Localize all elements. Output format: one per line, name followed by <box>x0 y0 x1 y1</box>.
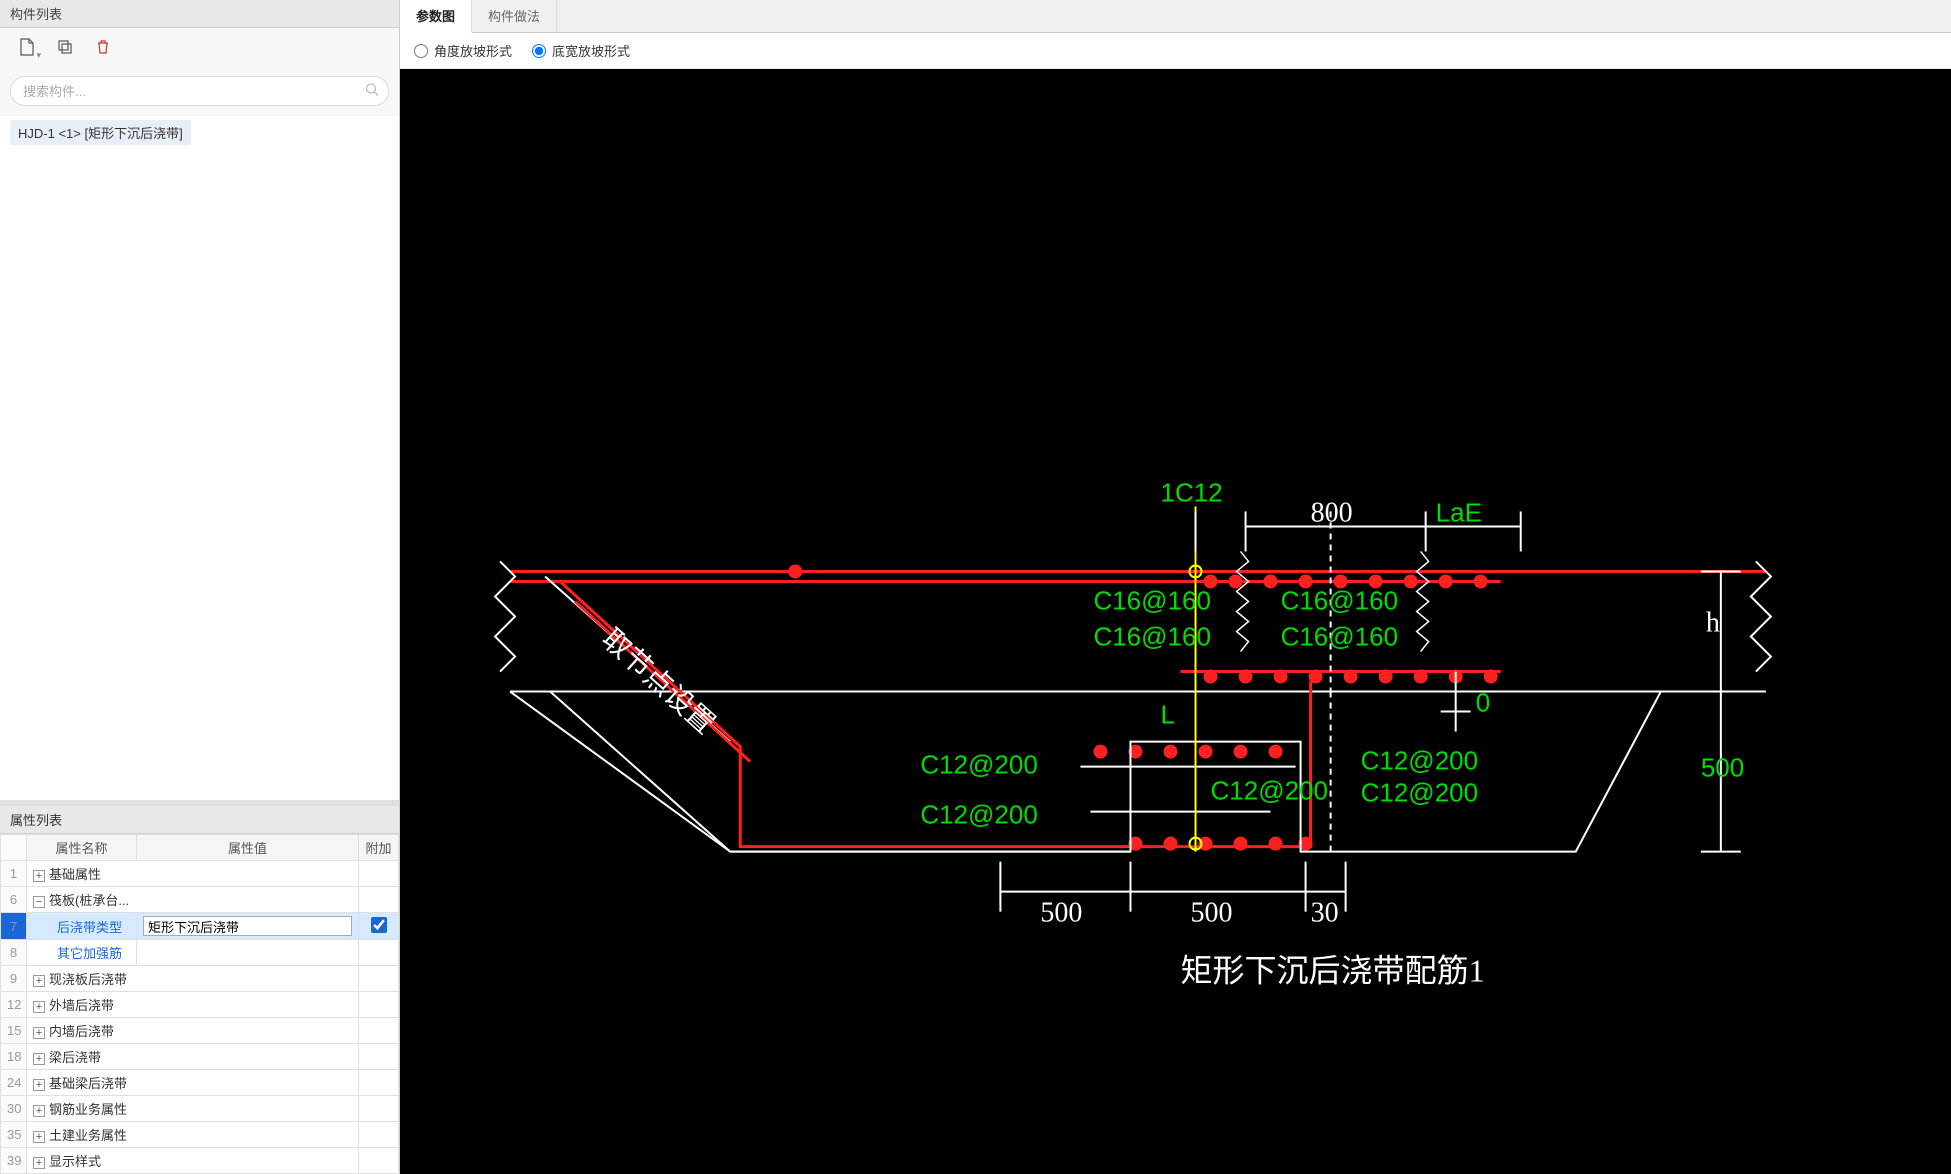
trash-icon <box>96 39 110 60</box>
label-c16-left-1: C16@160 <box>1093 585 1210 615</box>
pour-type-input[interactable] <box>143 916 352 936</box>
expand-icon[interactable]: + <box>33 1079 45 1091</box>
expand-icon[interactable]: + <box>33 1027 45 1039</box>
label-1c12: 1C12 <box>1160 477 1222 507</box>
radio-angle-slope-input[interactable] <box>414 44 428 58</box>
component-toolbar <box>0 28 399 70</box>
expand-icon[interactable]: + <box>33 1131 45 1143</box>
tabs: 参数图 构件做法 <box>400 0 1951 33</box>
collapse-icon[interactable]: − <box>33 896 45 908</box>
tab-param-diagram[interactable]: 参数图 <box>400 0 472 33</box>
label-c12-4: C12@200 <box>1361 746 1478 776</box>
slope-options: 角度放坡形式 底宽放坡形式 <box>400 33 1951 69</box>
radio-width-slope-input[interactable] <box>532 44 546 58</box>
prop-row-pour-type[interactable]: 7 后浇带类型 <box>1 913 399 940</box>
col-extra-header: 附加 <box>359 835 399 861</box>
prop-row-found-beam[interactable]: 24 +基础梁后浇带 <box>1 1070 399 1096</box>
left-panel: 构件列表 <box>0 0 400 1174</box>
expand-icon[interactable]: + <box>33 1053 45 1065</box>
prop-row-basic[interactable]: 1 +基础属性 <box>1 861 399 887</box>
new-file-icon <box>19 38 35 61</box>
prop-row-civil-biz[interactable]: 35 +土建业务属性 <box>1 1122 399 1148</box>
delete-component-button[interactable] <box>86 34 120 64</box>
radio-width-slope[interactable]: 底宽放坡形式 <box>532 41 630 60</box>
radio-angle-slope[interactable]: 角度放坡形式 <box>414 41 512 60</box>
label-zero: 0 <box>1476 688 1490 718</box>
label-c16-left-2: C16@160 <box>1093 622 1210 652</box>
expand-icon[interactable]: + <box>33 870 45 882</box>
prop-row-ext-wall[interactable]: 12 +外墙后浇带 <box>1 992 399 1018</box>
label-c12-5: C12@200 <box>1361 778 1478 808</box>
diagram-canvas[interactable]: 1C12 800 LaE C16@160 C16@160 C16@160 C16… <box>400 69 1951 1174</box>
expand-icon[interactable]: + <box>33 1105 45 1117</box>
prop-row-other-rebar[interactable]: 8 其它加强筋 <box>1 940 399 966</box>
properties-header: 属性列表 <box>0 806 399 834</box>
prop-row-beam[interactable]: 18 +梁后浇带 <box>1 1044 399 1070</box>
label-c12-1: C12@200 <box>920 750 1037 780</box>
component-list: HJD-1 <1> [矩形下沉后浇带] <box>0 116 399 800</box>
extra-checkbox[interactable] <box>371 917 387 933</box>
tab-component-method[interactable]: 构件做法 <box>472 0 557 32</box>
col-index-header <box>1 835 27 861</box>
label-node-settings: 取节点设置 <box>595 623 720 740</box>
search-input[interactable] <box>10 76 389 106</box>
label-30: 30 <box>1311 898 1339 929</box>
expand-icon[interactable]: + <box>33 975 45 987</box>
prop-row-cast-slab[interactable]: 9 +现浇板后浇带 <box>1 966 399 992</box>
component-item[interactable]: HJD-1 <1> [矩形下沉后浇带] <box>10 120 191 145</box>
copy-icon <box>57 39 73 60</box>
label-c16-right-1: C16@160 <box>1281 585 1398 615</box>
prop-row-raft[interactable]: 6 −筏板(桩承台... <box>1 887 399 913</box>
prop-row-rebar-biz[interactable]: 30 +钢筋业务属性 <box>1 1096 399 1122</box>
prop-row-display[interactable]: 39 +显示样式 <box>1 1148 399 1174</box>
prop-row-int-wall[interactable]: 15 +内墙后浇带 <box>1 1018 399 1044</box>
properties-table: 属性名称 属性值 附加 1 +基础属性 6 −筏板(桩承台... <box>0 834 399 1174</box>
expand-icon[interactable]: + <box>33 1157 45 1169</box>
label-c16-right-2: C16@160 <box>1281 622 1398 652</box>
col-value-header: 属性值 <box>137 835 359 861</box>
label-800: 800 <box>1311 497 1353 528</box>
label-500a: 500 <box>1040 898 1082 929</box>
properties-table-wrap: 属性名称 属性值 附加 1 +基础属性 6 −筏板(桩承台... <box>0 834 399 1174</box>
diagram-title: 矩形下沉后浇带配筋1 <box>1181 953 1485 989</box>
label-500c: 500 <box>1701 753 1744 783</box>
expand-icon[interactable]: + <box>33 1001 45 1013</box>
right-panel: 参数图 构件做法 角度放坡形式 底宽放坡形式 <box>400 0 1951 1174</box>
label-lae: LaE <box>1436 497 1482 527</box>
label-h: h <box>1706 608 1720 639</box>
label-500b: 500 <box>1191 898 1233 929</box>
col-name-header: 属性名称 <box>27 835 137 861</box>
label-c12-3: C12@200 <box>1211 776 1328 806</box>
component-list-header: 构件列表 <box>0 0 399 28</box>
component-search <box>10 76 389 106</box>
new-component-button[interactable] <box>10 34 44 64</box>
diagram-svg: 1C12 800 LaE C16@160 C16@160 C16@160 C16… <box>400 69 1951 1174</box>
label-c12-2: C12@200 <box>920 800 1037 830</box>
label-L: L <box>1160 700 1174 730</box>
copy-component-button[interactable] <box>48 34 82 64</box>
